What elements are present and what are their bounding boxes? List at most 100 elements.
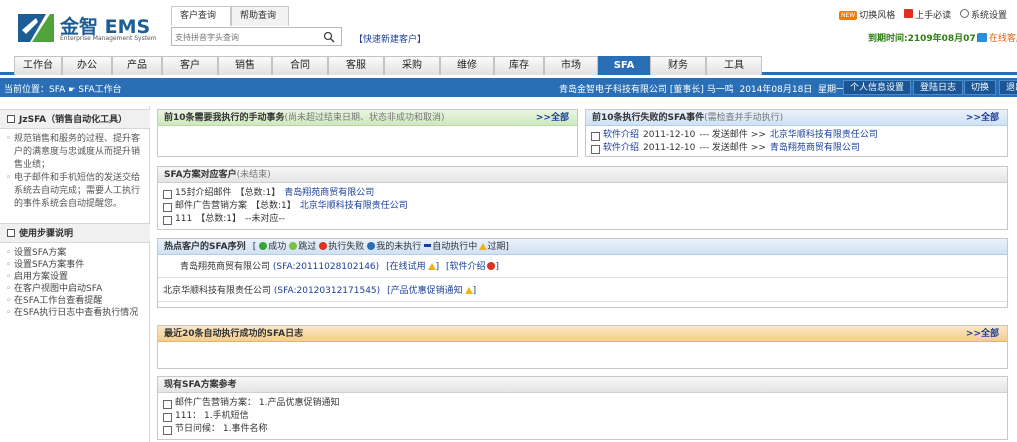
current-weekday: 星期一 <box>818 85 846 95</box>
panel-note: (尚未超过结束日期、状态非成功和取消) <box>284 113 445 123</box>
nav-tab-product[interactable]: 产品 <box>112 56 162 75</box>
nav-tab-customer[interactable]: 客户 <box>162 56 218 75</box>
sidebar-step-item[interactable]: 设置SFA方案事件 <box>6 259 150 271</box>
list-item: 邮件广告营销方案： 1.产品优惠促销通知 <box>158 397 1007 410</box>
nav-tab-tools[interactable]: 工具 <box>706 56 762 75</box>
panel-title: 热点客户的SFA序列 <box>164 242 246 252</box>
failed-events-list: 软件介绍 2011-12-10 --- 发送邮件 >> 北京华顺科技有限责任公司 软件… <box>586 129 1007 155</box>
plan-name: 111 <box>175 214 193 224</box>
plan-customers-panel: SFA方案对应客户(未结束) 15封介绍邮件 【总数:1】 青岛翔苑商贸有限公司 邮… <box>157 166 1008 230</box>
sfa-sequence-link[interactable]: (SFA:20120312171545) <box>274 286 380 296</box>
sidebar-step-item[interactable]: 在客户视图中启动SFA <box>6 283 150 295</box>
nav-tab-repair[interactable]: 维修 <box>440 56 494 75</box>
tab-customer-search[interactable]: 客户查询 <box>171 6 231 26</box>
sfa-sequence-link[interactable]: (SFA:20111028102146) <box>273 262 379 272</box>
logo[interactable]: 金智 EMS Enterprise Management System <box>16 10 157 46</box>
nav-tab-inventory[interactable]: 库存 <box>494 56 544 75</box>
expired-icon <box>464 287 473 294</box>
breadcrumb-bar: 当前位置：SFA ☛ SFA工作台 青岛金智电子科技有限公司 [董事长] 马一鸣 2… <box>0 78 1017 97</box>
sidebar-step-item[interactable]: 在SFA执行日志中查看执行情况 <box>6 307 150 319</box>
legend-label: 执行失败 <box>328 242 365 252</box>
view-all-link[interactable]: >>全部 <box>966 326 999 341</box>
customer-link[interactable]: 青岛翔苑商贸有限公司 <box>770 143 860 153</box>
plan-target: --未对应-- <box>244 214 285 224</box>
sfa-step-link[interactable]: [产品优惠促销通知 <box>387 286 463 296</box>
panel-title: 前10条需要我执行的手动事务 <box>164 113 285 123</box>
panel-header: 前10条执行失败的SFA事件(需检查并手动执行) >>全部 <box>586 110 1007 126</box>
panel-header: SFA方案对应客户(未结束) <box>158 167 1007 183</box>
nav-tab-sales[interactable]: 销售 <box>218 56 272 75</box>
view-all-link[interactable]: >>全部 <box>536 110 569 125</box>
plan-total: 【总数:1】 <box>235 188 281 198</box>
sidebar-section-title: 使用步骤说明 <box>19 229 74 239</box>
breadcrumb-label: 当前位置： <box>4 85 50 95</box>
legend-label: 成功 <box>268 242 287 252</box>
sfa-step-link[interactable]: [软件介绍 <box>446 262 486 272</box>
event-date: 2011-12-10 <box>643 130 696 140</box>
hot-customer-name: 青岛翔苑商贸有限公司 <box>180 262 271 272</box>
system-settings-link[interactable]: 系统设置 <box>971 8 1007 21</box>
nav-tab-workbench[interactable]: 工作台 <box>14 56 62 75</box>
legend-label: 我的未执行 <box>376 242 422 252</box>
expire-date: 到期时间:2109年08月07日 <box>868 34 985 44</box>
breadcrumb: 当前位置：SFA ☛ SFA工作台 <box>4 82 122 95</box>
search-icon[interactable] <box>323 31 335 43</box>
nav-tab-office[interactable]: 办公 <box>62 56 112 75</box>
pending-icon <box>367 242 376 250</box>
status-legend: [成功 跳过 执行失败 我的未执行 自动执行中 过期] <box>252 242 509 252</box>
switch-style-link[interactable]: 切换风格 <box>859 8 895 21</box>
legend-label: 跳过 <box>298 242 317 252</box>
tab-help-search[interactable]: 帮助查询 <box>231 6 289 26</box>
sfa-step-link[interactable]: [在线试用 <box>386 262 426 272</box>
main-nav: 工作台 办公 产品 客户 销售 合同 客服 采购 维修 库存 市场 SFA 财务… <box>0 56 1017 75</box>
login-log-button[interactable]: 登陆日志 <box>913 80 964 95</box>
search-input[interactable] <box>175 30 315 44</box>
sidebar-section-steps: 使用步骤说明 <box>0 223 150 243</box>
panel-header: 最近20条自动执行成功的SFA日志 >>全部 <box>158 326 1007 342</box>
breadcrumb-item-sfa[interactable]: SFA <box>49 85 65 95</box>
customer-link[interactable]: 北京华顺科技有限责任公司 <box>770 130 878 140</box>
legend-label: 自动执行中 <box>432 242 478 252</box>
event-link[interactable]: 软件介绍 <box>603 130 639 140</box>
customer-link[interactable]: 北京华顺科技有限责任公司 <box>300 201 408 211</box>
search-box <box>171 27 342 46</box>
nav-tab-sfa[interactable]: SFA <box>598 56 650 75</box>
online-service-label: 在线客服 <box>989 34 1017 44</box>
logo-mark-icon <box>18 14 54 42</box>
hot-customers-panel: 热点客户的SFA序列 [成功 跳过 执行失败 我的未执行 自动执行中 过期] 青岛翔苑商贸… <box>157 238 1008 308</box>
plan-customers-list: 15封介绍邮件 【总数:1】 青岛翔苑商贸有限公司 邮件广告营销方案 【总数:1】 北京… <box>158 187 1007 226</box>
sidebar: JzSFA（销售自动化工具） 规范销售和服务的过程、提升客户的满意度与忠诚度从而… <box>0 106 150 442</box>
sidebar-section-title: JzSFA（销售自动化工具） <box>19 115 128 125</box>
existing-plans-list: 邮件广告营销方案： 1.产品优惠促销通知 111： 1.手机短信 节日问候： 1… <box>158 397 1007 436</box>
online-service-link[interactable]: 在线客服 <box>978 31 1017 44</box>
getting-started-link[interactable]: 上手必读 <box>915 8 951 21</box>
sidebar-section-sfa: JzSFA（销售自动化工具） <box>0 109 150 129</box>
personal-settings-button[interactable]: 个人信息设置 <box>843 80 912 95</box>
nav-tab-service[interactable]: 客服 <box>328 56 384 75</box>
existing-plans-panel: 现有SFA方案参考 邮件广告营销方案： 1.产品优惠促销通知 111： 1.手机… <box>157 376 1008 440</box>
sidebar-desc-item: 规范销售和服务的过程、提升客户的满意度与忠诚度从而提升销售业绩； <box>6 133 146 172</box>
nav-tab-market[interactable]: 市场 <box>544 56 598 75</box>
sidebar-step-item[interactable]: 在SFA工作台查看提醒 <box>6 295 150 307</box>
quick-new-customer-link[interactable]: 【快速新建客户】 <box>354 32 426 45</box>
auto-log-panel: 最近20条自动执行成功的SFA日志 >>全部 <box>157 325 1008 369</box>
sidebar-step-item[interactable]: 启用方案设置 <box>6 271 150 283</box>
breadcrumb-item-workbench[interactable]: SFA工作台 <box>78 85 121 95</box>
panel-title: 前10条执行失败的SFA事件 <box>592 113 705 123</box>
nav-tab-finance[interactable]: 财务 <box>650 56 706 75</box>
breadcrumb-arrow-icon: ☛ <box>68 85 76 94</box>
event-link[interactable]: 软件介绍 <box>603 143 639 153</box>
logout-button[interactable]: 退出 <box>999 80 1017 95</box>
section-box-icon <box>7 229 15 237</box>
success-icon <box>259 242 268 250</box>
panel-title: 最近20条自动执行成功的SFA日志 <box>164 329 304 339</box>
sidebar-step-item[interactable]: 设置SFA方案 <box>6 247 150 259</box>
nav-tab-purchase[interactable]: 采购 <box>384 56 440 75</box>
customer-link[interactable]: 青岛翔苑商贸有限公司 <box>284 188 374 198</box>
panel-title: SFA方案对应客户 <box>164 170 237 180</box>
plan-total: 【总数:1】 <box>196 214 241 224</box>
nav-tab-contract[interactable]: 合同 <box>272 56 328 75</box>
view-all-link[interactable]: >>全部 <box>966 110 999 125</box>
switch-button[interactable]: 切换 <box>964 80 997 95</box>
event-date: 2011-12-10 <box>643 143 696 153</box>
